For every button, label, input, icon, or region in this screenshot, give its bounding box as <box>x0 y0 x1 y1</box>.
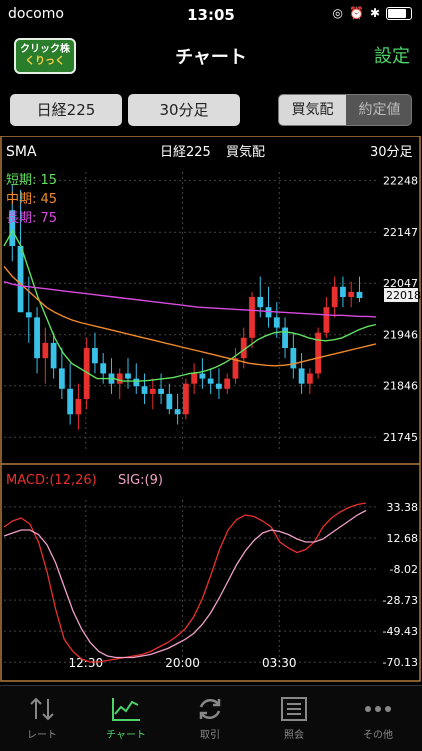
time-label: 20:00 <box>165 656 200 670</box>
tab-chart[interactable]: チャート <box>84 692 168 741</box>
y-tick-label: 22248 <box>383 175 418 188</box>
candle-body <box>340 286 346 297</box>
symbol-button[interactable]: 日経225 <box>10 94 122 126</box>
time-label: 03:30 <box>262 656 297 670</box>
segment-trade[interactable]: 約定値 <box>346 95 411 125</box>
alarm-icon: ⏰ <box>348 6 364 20</box>
macd-y-tick-label: -28.73 <box>383 594 418 607</box>
period-button[interactable]: 30分足 <box>128 94 240 126</box>
tab-chart-label: チャート <box>106 730 146 741</box>
macd-y-tick-label: -70.13 <box>383 656 418 669</box>
candle-body <box>191 373 198 384</box>
bluetooth-icon: ✱ <box>369 6 380 20</box>
candle-body <box>50 342 57 369</box>
legend-long: 長期: 75 <box>6 211 57 226</box>
chart-border <box>0 135 421 682</box>
candle-body <box>306 373 313 384</box>
candle-body <box>174 409 181 415</box>
legend-short: 短期: 15 <box>6 173 57 188</box>
candle-body <box>331 286 338 308</box>
candle-body <box>257 296 264 308</box>
macd-y-tick-label: -49.43 <box>383 625 418 638</box>
tab-more-label: その他 <box>363 730 393 741</box>
page-title: チャート <box>175 47 247 68</box>
tab-more[interactable]: その他 <box>336 692 420 741</box>
candle-body <box>348 291 355 297</box>
candle-body <box>58 368 65 389</box>
chart-icon <box>84 692 168 726</box>
candle-body <box>149 388 156 394</box>
candle-body <box>133 378 140 387</box>
candle-body <box>265 307 272 318</box>
candle-body <box>356 291 363 298</box>
chart-toolbar: 日経225 30分足 買気配 約定値 <box>0 80 422 134</box>
candle-body <box>216 383 222 389</box>
legend-mid: 中期: 45 <box>6 192 57 207</box>
indicator-label: SMA <box>6 144 37 160</box>
candle-body <box>141 386 148 394</box>
candle-body <box>166 393 173 410</box>
macd-y-tick-label: 33.38 <box>387 501 419 514</box>
battery-icon <box>386 6 412 20</box>
tab-rate[interactable]: レート <box>0 692 84 741</box>
y-tick-label: 21846 <box>383 380 418 393</box>
candle-body <box>116 373 123 384</box>
y-tick-label: 21946 <box>383 329 418 342</box>
candle-body <box>207 378 214 384</box>
candle-body <box>17 245 24 313</box>
tab-trade-label: 取引 <box>200 730 220 741</box>
candle-body <box>273 317 280 328</box>
segment-bid[interactable]: 買気配 <box>279 95 346 125</box>
current-price-tag: 22018 <box>384 288 421 302</box>
current-price: 22018 <box>386 289 421 302</box>
candle-body <box>249 296 255 338</box>
candle-body <box>298 368 305 384</box>
sig-label: SIG:(9) <box>118 473 163 488</box>
tab-rate-label: レート <box>27 730 57 741</box>
header-symbol: 日経225 <box>160 145 211 160</box>
y-tick-label: 22147 <box>383 226 418 239</box>
candle-body <box>75 398 82 415</box>
chart-svg[interactable]: 222482214722047219462184621745 12:30 20:0… <box>0 135 422 682</box>
settings-button[interactable]: 設定 <box>374 42 410 68</box>
candle-body <box>224 378 231 389</box>
quote-type-segment: 買気配 約定値 <box>278 94 412 126</box>
tab-bar: レート チャート 取引 照会 その他 <box>0 685 422 751</box>
y-tick-label: 21745 <box>383 431 418 444</box>
candle-body <box>67 388 74 415</box>
tab-inquiry-label: 照会 <box>284 730 304 741</box>
more-icon <box>336 692 420 726</box>
candle-body <box>25 312 32 318</box>
macd-y-tick-label: 12.68 <box>387 532 419 545</box>
macd-label: MACD:(12,26) <box>6 473 97 488</box>
candle-body <box>182 383 189 415</box>
status-bar: docomo 13:05 ◎ ⏰ ✱ <box>0 0 422 30</box>
candle-body <box>199 373 206 379</box>
candle-body <box>323 307 330 333</box>
list-icon <box>252 692 336 726</box>
header-period: 30分足 <box>370 145 413 160</box>
candle-body <box>42 342 49 359</box>
candle-body <box>158 388 164 394</box>
tab-inquiry[interactable]: 照会 <box>252 692 336 741</box>
macd-y-tick-label: -8.02 <box>390 563 418 576</box>
updown-arrows-icon <box>0 692 84 726</box>
status-icons: ◎ ⏰ ✱ <box>332 6 412 20</box>
candle-body <box>232 358 239 379</box>
lock-rotation-icon: ◎ <box>332 6 343 20</box>
candle-body <box>315 332 322 374</box>
tab-trade[interactable]: 取引 <box>168 692 252 741</box>
candle-body <box>290 347 297 369</box>
candle-body <box>282 327 288 348</box>
candle-body <box>125 373 131 379</box>
candle-body <box>34 317 40 359</box>
time-label: 12:30 <box>69 656 104 670</box>
candle-body <box>92 347 98 364</box>
header-quote: 買気配 <box>226 144 265 160</box>
refresh-cycle-icon <box>168 692 252 726</box>
candle-body <box>100 363 107 374</box>
chart-area[interactable]: 22248 22147 22047 21946 21846 21745 12:30 20:0… <box>0 135 422 682</box>
nav-bar: クリック株 くりっく チャート 設定 <box>0 30 422 80</box>
